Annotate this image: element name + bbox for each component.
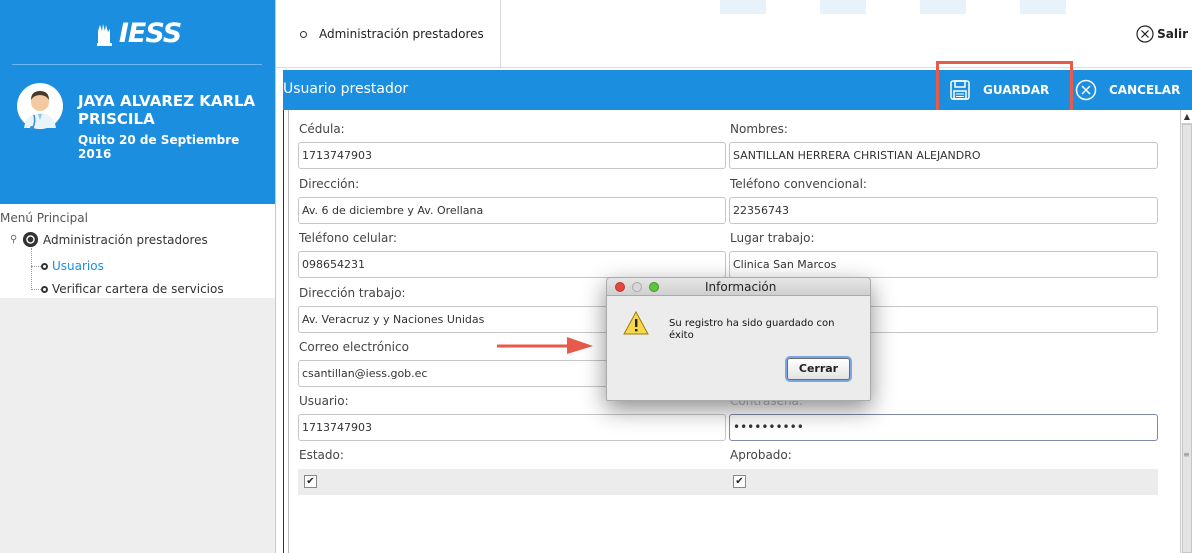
exit-label: Salir — [1157, 27, 1188, 41]
user-name: JAYA ALVAREZ KARLA PRISCILA — [78, 92, 256, 128]
estado-label: Estado: — [299, 448, 344, 462]
direccion-trabajo-label: Dirección trabajo: — [299, 286, 406, 300]
menu-title: Menú Principal — [0, 211, 88, 225]
close-circle-icon — [1136, 25, 1154, 43]
aprobado-checkbox[interactable]: ✔ — [733, 475, 746, 488]
window-minimize-icon[interactable] — [632, 282, 642, 292]
menu-item-administracion-label: Administración prestadores — [43, 232, 208, 247]
dialog-titlebar[interactable]: Información — [607, 278, 870, 296]
celular-label: Teléfono celular: — [299, 231, 398, 245]
decoration — [820, 0, 866, 14]
sidebar-divider — [275, 0, 276, 553]
gear-icon — [22, 231, 39, 248]
password-field[interactable]: •••••••••• — [729, 414, 1158, 441]
info-dialog: Información Su registro ha sido guardado… — [606, 277, 871, 401]
bullet-icon — [300, 30, 307, 38]
window-maximize-icon[interactable] — [649, 282, 659, 292]
dialog-title: Información — [705, 280, 777, 294]
nombres-label: Nombres: — [730, 122, 788, 136]
checkbox-row — [298, 469, 1158, 495]
cancel-button[interactable]: CANCELAR — [1075, 74, 1180, 106]
menu-item-usuarios[interactable]: Usuarios — [31, 259, 104, 273]
scroll-up-arrow-icon[interactable]: ▲ — [1181, 110, 1192, 124]
main-menu: Menú Principal ⚲ Administración prestado… — [0, 204, 275, 298]
nombres-field[interactable]: SANTILLAN HERRERA CHRISTIAN ALEJANDRO — [729, 142, 1158, 169]
logo-text: IESS — [118, 18, 182, 49]
direccion-field[interactable]: Av. 6 de diciembre y Av. Orellana — [298, 197, 726, 224]
warning-icon — [623, 311, 649, 335]
cedula-field[interactable]: 1713747903 — [298, 142, 726, 169]
telefono-label: Teléfono convencional: — [730, 177, 867, 191]
telefono-field[interactable]: 22356743 — [729, 197, 1158, 224]
exit-button[interactable]: Salir — [1136, 25, 1188, 43]
bullet-icon — [41, 285, 48, 293]
tab-label: Administración prestadores — [319, 27, 484, 41]
estado-checkbox[interactable]: ✔ — [304, 475, 317, 488]
usuario-field[interactable]: 1713747903 — [298, 414, 726, 441]
menu-item-verificar-cartera[interactable]: Verificar cartera de servicios — [31, 282, 224, 296]
vertical-scrollbar[interactable]: ▲ — [1180, 110, 1192, 553]
direccion-label: Dirección: — [299, 177, 360, 191]
decoration — [720, 0, 766, 14]
usuario-label: Usuario: — [299, 394, 349, 408]
form-border — [283, 110, 284, 553]
celular-field[interactable]: 098654231 — [298, 251, 726, 278]
pointer-arrow-icon — [497, 337, 593, 354]
scroll-grip-icon: ≡ — [1183, 450, 1190, 459]
lugar-trabajo-field[interactable]: Clinica San Marcos — [729, 251, 1158, 278]
close-circle-icon — [1075, 79, 1097, 101]
menu-item-usuarios-label: Usuarios — [52, 259, 104, 273]
cedula-label: Cédula: — [299, 122, 345, 136]
tree-expand-icon[interactable]: ⚲ — [10, 234, 20, 245]
form-title: Usuario prestador — [283, 81, 409, 97]
sidebar-header: IESS JAYA ALVAREZ KARLA PRISCILA Quito 2… — [0, 0, 275, 204]
tab-administracion-prestadores[interactable]: Administración prestadores — [276, 0, 501, 68]
top-bar: Administración prestadores Salir — [276, 0, 1192, 68]
doctor-avatar-icon — [17, 83, 63, 130]
bullet-icon — [41, 262, 48, 270]
menu-item-verificar-label: Verificar cartera de servicios — [52, 282, 224, 296]
decoration — [920, 0, 966, 14]
lugar-trabajo-label: Lugar trabajo: — [730, 231, 815, 245]
hand-logo-icon — [96, 23, 112, 46]
dialog-message: Su registro ha sido guardado con éxito — [669, 318, 835, 341]
iess-logo: IESS — [0, 18, 275, 49]
sidebar: IESS JAYA ALVAREZ KARLA PRISCILA Quito 2… — [0, 0, 275, 553]
correo-label: Correo electrónico — [299, 340, 409, 354]
user-date: Quito 20 de Septiembre 2016 — [78, 133, 240, 161]
menu-item-administracion[interactable]: ⚲ Administración prestadores — [10, 231, 208, 248]
window-close-icon[interactable] — [615, 282, 625, 292]
scroll-thumb[interactable] — [1182, 124, 1192, 553]
logo-divider — [12, 64, 262, 65]
close-button[interactable]: Cerrar — [787, 358, 850, 380]
cancel-label: CANCELAR — [1109, 83, 1181, 97]
aprobado-label: Aprobado: — [730, 448, 792, 462]
decoration — [1020, 0, 1066, 14]
